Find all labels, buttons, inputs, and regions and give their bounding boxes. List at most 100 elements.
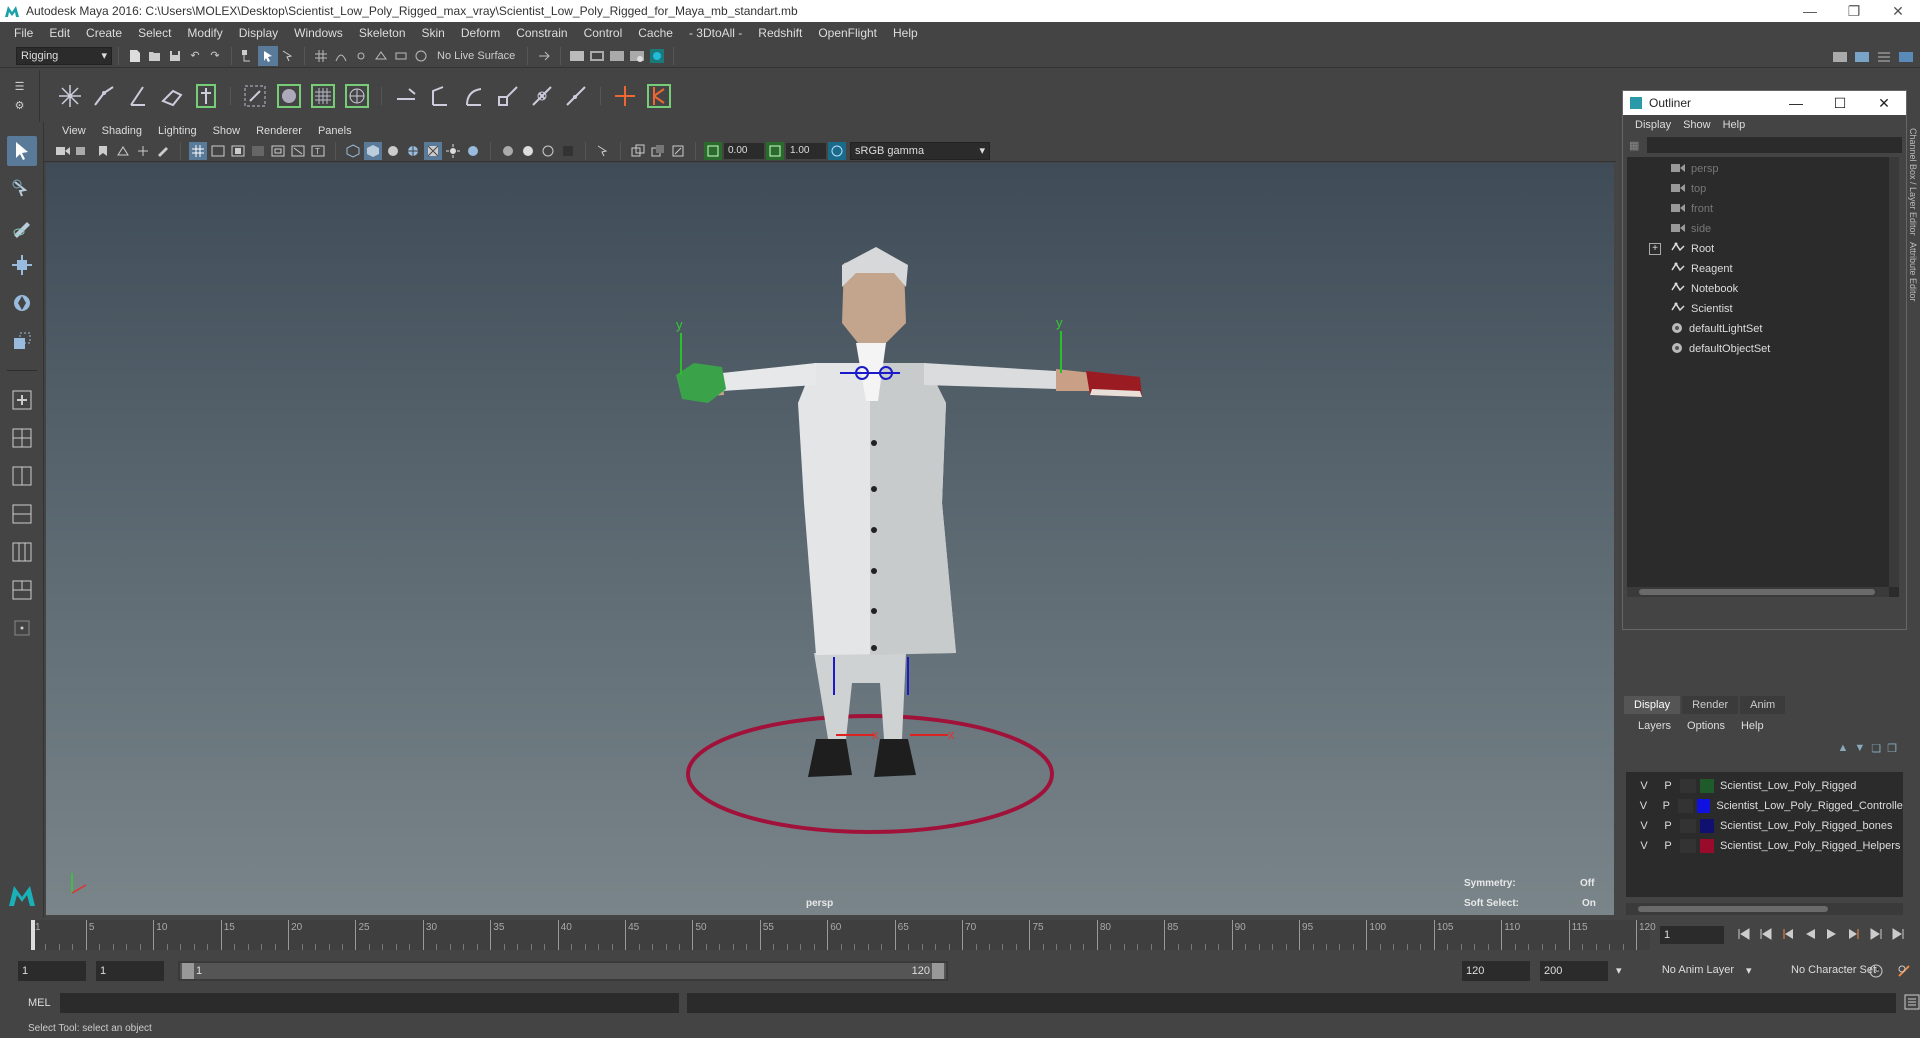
menu-modify[interactable]: Modify (179, 26, 230, 40)
animation-preferences-icon[interactable] (1896, 963, 1912, 982)
menu-cache[interactable]: Cache (630, 26, 681, 40)
layer-color-swatch[interactable] (1700, 819, 1714, 833)
new-layer-from-selected-icon[interactable]: ❐ (1887, 742, 1897, 755)
command-input[interactable] (59, 993, 680, 1013)
close-button[interactable]: ✕ (1876, 0, 1920, 22)
textured-icon[interactable] (424, 141, 442, 160)
playback-end-field[interactable]: 120 (1462, 961, 1530, 981)
layer-list-scrollbar[interactable] (1626, 903, 1903, 915)
current-time-indicator[interactable] (31, 920, 35, 950)
render-frame-icon[interactable] (587, 46, 607, 66)
menu-skeleton[interactable]: Skeleton (351, 26, 414, 40)
cluster-icon[interactable] (341, 78, 373, 114)
range-bar[interactable]: 1 120 (178, 961, 948, 981)
range-end-handle[interactable] (932, 963, 944, 979)
panel-menu-renderer[interactable]: Renderer (248, 125, 310, 137)
layer-color-swatch[interactable] (1700, 779, 1714, 793)
two-d-pan-zoom-icon[interactable] (134, 142, 152, 160)
default-material-icon[interactable] (384, 142, 402, 160)
restore-button[interactable]: ❐ (1832, 0, 1876, 22)
hypershade-layout-icon[interactable] (7, 575, 37, 605)
colorspace-dropdown[interactable]: sRGB gamma ▾ (850, 141, 990, 160)
snap-curve-icon[interactable] (331, 46, 351, 66)
isolate-select-icon[interactable] (594, 142, 612, 160)
tab-render[interactable]: Render (1682, 696, 1739, 714)
layer-menu-help[interactable]: Help (1733, 720, 1772, 732)
visibility-toggle[interactable]: V (1632, 800, 1655, 812)
exposure-field[interactable]: 0.00 (724, 142, 764, 159)
go-to-end-icon[interactable] (1890, 924, 1906, 944)
layer-color-swatch[interactable] (1697, 799, 1711, 813)
minimize-button[interactable]: — (1788, 0, 1832, 22)
move-layer-down-icon[interactable]: ▼ (1854, 742, 1865, 754)
menu-skin[interactable]: Skin (414, 26, 453, 40)
toggle-channel-box-icon[interactable] (1896, 47, 1916, 67)
scientist-left-shoe[interactable] (808, 739, 852, 777)
lattice-icon[interactable] (307, 78, 339, 114)
time-slider[interactable]: 1 5 10 15 20 25 30 35 40 45 50 55 60 65 70 75 80 85 90 95 10… (0, 918, 1920, 952)
snap-view-plane-icon[interactable] (371, 46, 391, 66)
visibility-toggle[interactable]: V (1632, 820, 1656, 832)
play-backward-icon[interactable] (1802, 924, 1818, 944)
tab-display[interactable]: Display (1624, 696, 1681, 714)
outliner-item-scientist[interactable]: Scientist (1627, 299, 1899, 319)
gate-mask-icon[interactable] (249, 142, 267, 160)
select-object-icon[interactable] (258, 45, 278, 66)
display-type-toggle[interactable] (1680, 819, 1696, 833)
menu-openflight[interactable]: OpenFlight (810, 26, 885, 40)
display-type-toggle[interactable] (1680, 779, 1696, 793)
scientist-right-shoe[interactable] (874, 739, 916, 777)
rotate-tool-icon[interactable] (7, 288, 37, 318)
select-tool-icon[interactable] (6, 136, 37, 166)
xray-icon[interactable] (629, 142, 647, 160)
paint-select-tool-icon[interactable] (7, 212, 37, 242)
point-constraint-icon[interactable] (390, 78, 422, 114)
toggle-attribute-editor-icon[interactable] (1852, 47, 1872, 67)
input-output-icon[interactable] (534, 46, 554, 66)
scale-constraint-icon[interactable] (492, 78, 524, 114)
panel-menu-lighting[interactable]: Lighting (150, 125, 205, 137)
animation-start-field[interactable]: 1 (18, 961, 86, 981)
layer-menu-options[interactable]: Options (1679, 720, 1733, 732)
play-forward-icon[interactable] (1824, 924, 1840, 944)
hik-character-icon[interactable] (643, 78, 675, 114)
playback-toggle[interactable]: P (1656, 840, 1680, 852)
image-plane-icon[interactable] (114, 142, 132, 160)
undo-icon[interactable]: ↶ (185, 46, 205, 66)
menu-redshift[interactable]: Redshift (750, 26, 810, 40)
layer-menu-layers[interactable]: Layers (1630, 720, 1679, 732)
field-chart-icon[interactable] (269, 142, 287, 160)
render-settings-icon[interactable] (627, 46, 647, 66)
camera-select-icon[interactable] (54, 142, 72, 160)
safe-title-icon[interactable]: T (309, 142, 327, 160)
panel-menu-show[interactable]: Show (205, 125, 249, 137)
playback-toggle[interactable]: P (1656, 820, 1680, 832)
step-forward-frame-icon[interactable] (1846, 924, 1862, 944)
move-tool-icon[interactable] (7, 250, 37, 280)
layer-row[interactable]: V P Scientist_Low_Poly_Rigged_bones (1626, 816, 1903, 836)
ipr-render-icon[interactable] (607, 46, 627, 66)
time-ruler[interactable]: 1 5 10 15 20 25 30 35 40 45 50 55 60 65 70 75 80 85 90 95 10… (30, 920, 1656, 950)
script-editor-icon[interactable] (1904, 994, 1920, 1013)
outliner-item-side[interactable]: side (1627, 219, 1899, 239)
command-language-label[interactable]: MEL (0, 997, 60, 1009)
live-surface-icon[interactable] (411, 46, 431, 66)
outliner-search-input[interactable] (1647, 137, 1902, 153)
menu-create[interactable]: Create (78, 26, 130, 40)
scientist-left-arm[interactable] (722, 363, 816, 391)
menu-display[interactable]: Display (231, 26, 286, 40)
snap-grid-icon[interactable] (311, 46, 331, 66)
step-back-frame-icon[interactable] (1780, 924, 1796, 944)
menuset-dropdown[interactable]: Rigging ▾ (16, 46, 112, 65)
wireframe-icon[interactable] (344, 142, 362, 160)
xray-joints-icon[interactable] (669, 142, 687, 160)
lasso-tool-icon[interactable] (7, 174, 37, 204)
shelf-menu-icon[interactable]: ☰ (15, 80, 25, 93)
outliner-item-defaultobjectset[interactable]: defaultObjectSet (1627, 339, 1899, 359)
current-frame-field[interactable]: 1 (1660, 926, 1724, 944)
menu-help[interactable]: Help (885, 26, 926, 40)
resolution-gate-icon[interactable] (229, 142, 247, 160)
outliner-minimize-button[interactable]: — (1774, 92, 1818, 114)
motion-blur-icon[interactable] (519, 142, 537, 160)
go-to-start-icon[interactable] (1736, 924, 1752, 944)
